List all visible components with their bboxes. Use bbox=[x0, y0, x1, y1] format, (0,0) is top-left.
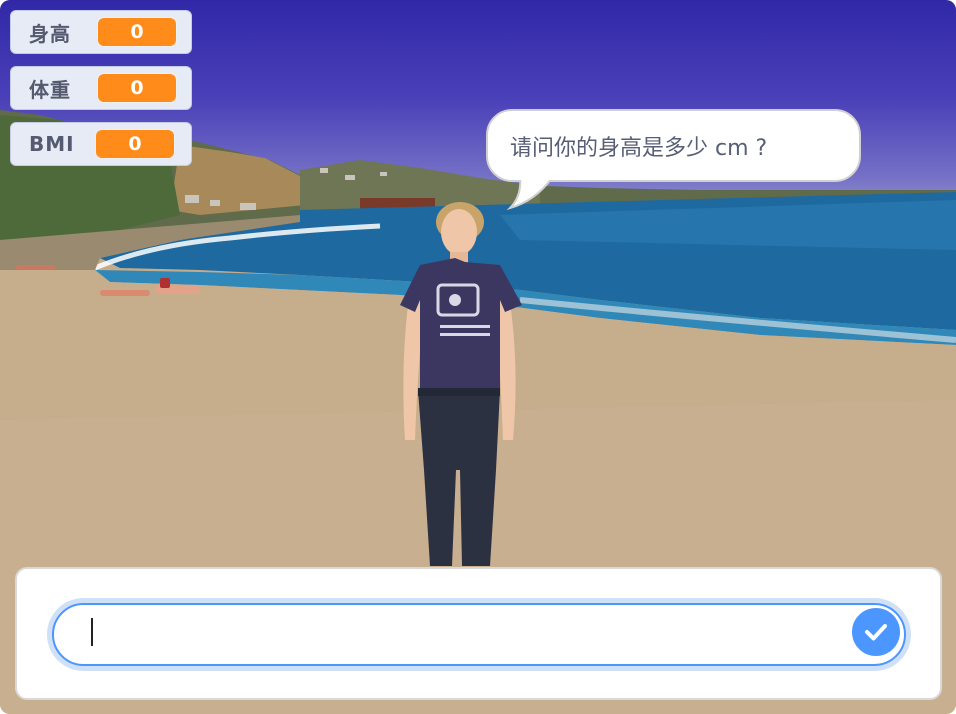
monitor-bmi: BMI 0 bbox=[10, 122, 192, 166]
stage: 身高 0 体重 0 BMI 0 请问你的身高是多少 cm ? bbox=[0, 0, 956, 714]
monitor-height-label: 身高 bbox=[29, 21, 71, 46]
speech-bubble-tail bbox=[506, 176, 554, 210]
ask-input-focus-ring bbox=[47, 598, 911, 671]
monitor-bmi-label: BMI bbox=[29, 132, 75, 156]
check-icon bbox=[865, 624, 887, 641]
monitor-bmi-value: 0 bbox=[95, 129, 175, 159]
ask-panel bbox=[15, 567, 942, 700]
speech-text: 请问你的身高是多少 cm ? bbox=[510, 135, 768, 161]
monitor-weight: 体重 0 bbox=[10, 66, 192, 110]
text-caret bbox=[91, 618, 93, 646]
monitor-weight-value: 0 bbox=[97, 73, 177, 103]
answer-input[interactable] bbox=[52, 603, 906, 666]
speech-bubble: 请问你的身高是多少 cm ? bbox=[486, 109, 861, 182]
monitor-weight-label: 体重 bbox=[29, 77, 71, 102]
monitor-height-value: 0 bbox=[97, 17, 177, 47]
submit-answer-button[interactable] bbox=[850, 606, 902, 658]
monitor-height: 身高 0 bbox=[10, 10, 192, 54]
